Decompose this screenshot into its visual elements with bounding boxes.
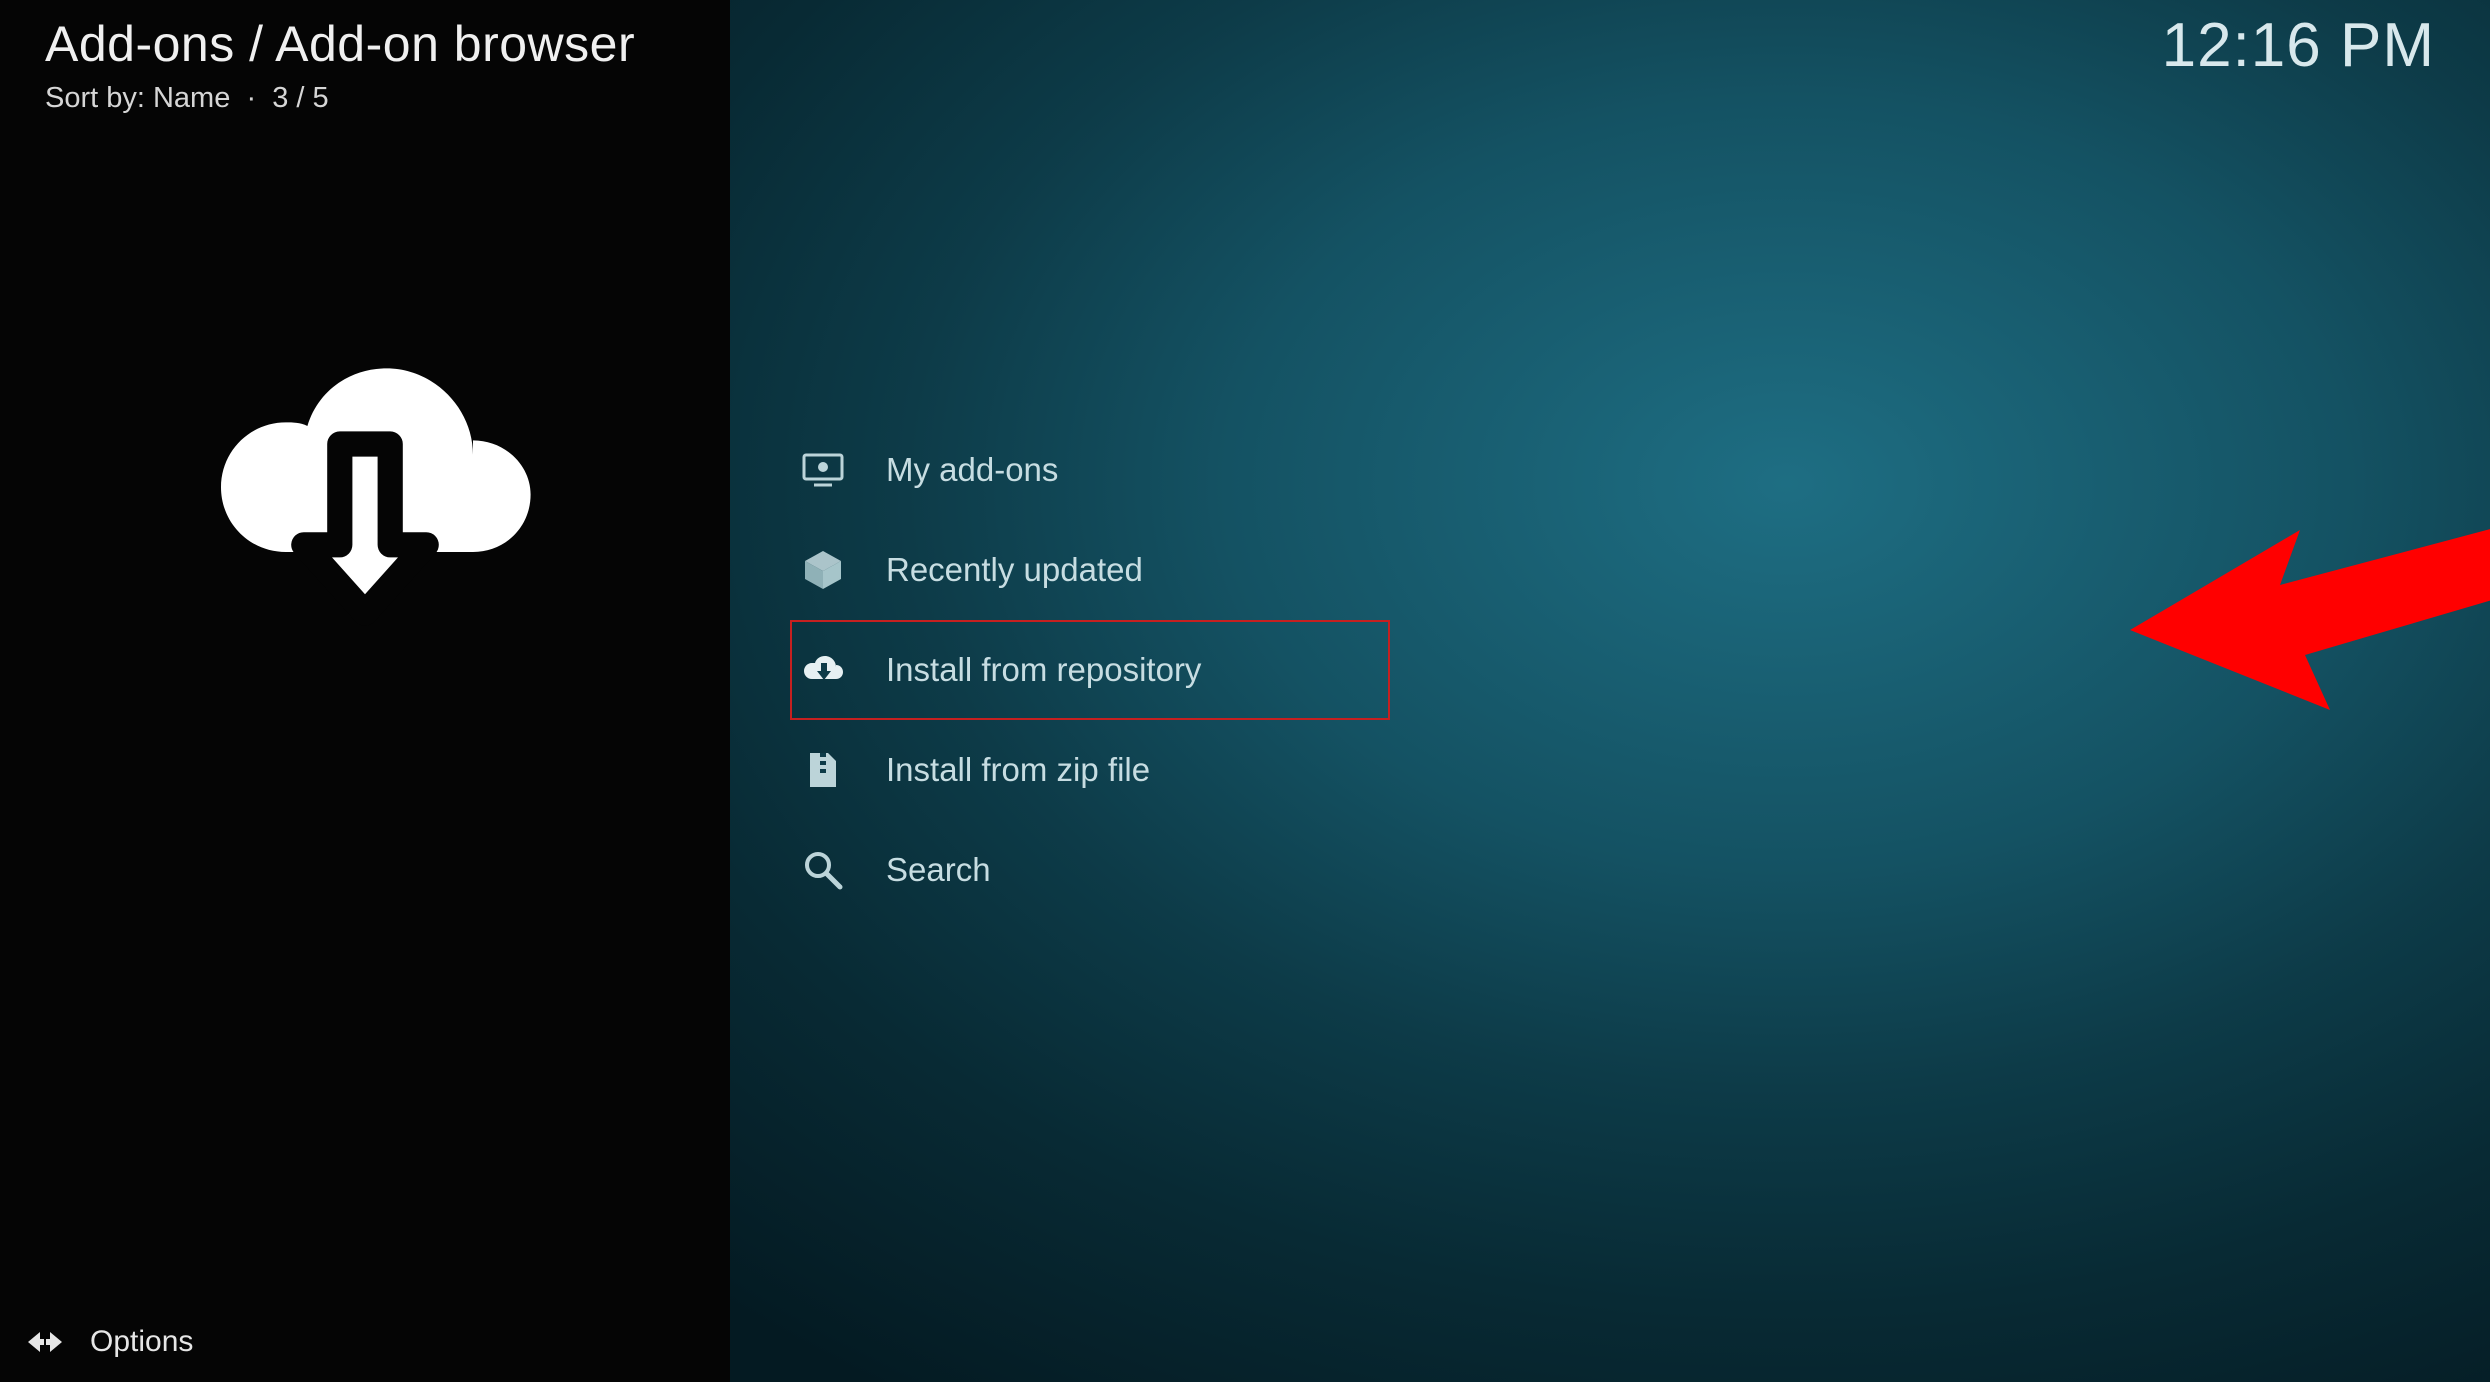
cloud-download-icon	[185, 310, 545, 650]
sort-label: Sort by: Name	[45, 82, 230, 114]
menu-item-label: Recently updated	[886, 551, 1143, 589]
menu-item-search[interactable]: Search	[790, 820, 1390, 920]
annotation-arrow	[2130, 380, 2490, 740]
options-label: Options	[90, 1325, 193, 1359]
open-box-icon	[800, 547, 846, 593]
menu-item-my-addons[interactable]: My add-ons	[790, 420, 1390, 520]
breadcrumb: Add-ons / Add-on browser	[45, 15, 635, 73]
menu-item-label: Install from repository	[886, 651, 1201, 689]
list-position: 3 / 5	[272, 82, 328, 114]
menu-item-install-from-zip[interactable]: Install from zip file	[790, 720, 1390, 820]
main-content: 12:16 PM My add-ons	[730, 0, 2490, 1382]
addon-menu: My add-ons Recently updated	[790, 420, 1390, 920]
menu-item-recently-updated[interactable]: Recently updated	[790, 520, 1390, 620]
menu-item-label: My add-ons	[886, 451, 1058, 489]
sort-line: Sort by: Name · 3 / 5	[45, 82, 329, 115]
menu-item-label: Search	[886, 851, 991, 889]
cloud-install-icon	[800, 647, 846, 693]
clock: 12:16 PM	[2162, 10, 2435, 81]
menu-item-install-from-repository[interactable]: Install from repository	[790, 620, 1390, 720]
sidebar: Add-ons / Add-on browser Sort by: Name ·…	[0, 0, 730, 1382]
zip-file-icon	[800, 747, 846, 793]
search-icon	[800, 847, 846, 893]
options-arrows-icon	[25, 1322, 65, 1362]
options-button[interactable]: Options	[25, 1322, 193, 1362]
menu-item-label: Install from zip file	[886, 751, 1150, 789]
monitor-icon	[800, 447, 846, 493]
